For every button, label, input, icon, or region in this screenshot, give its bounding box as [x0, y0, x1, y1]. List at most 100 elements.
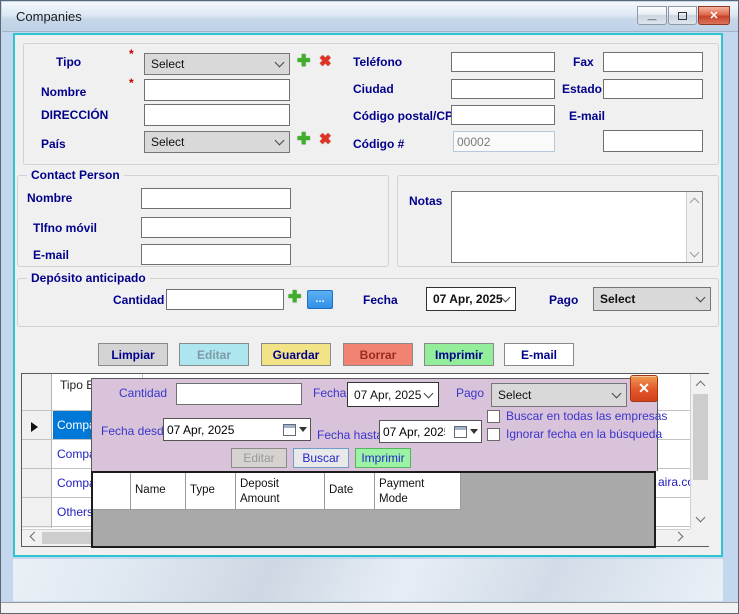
- scrollbar-thumb[interactable]: [693, 394, 708, 480]
- popup-editar-button[interactable]: Editar: [231, 448, 287, 468]
- tipo-label: Tipo: [56, 55, 81, 69]
- scroll-right-icon[interactable]: [672, 531, 688, 545]
- scroll-down-icon[interactable]: [692, 511, 709, 527]
- pago-select[interactable]: Select: [593, 287, 711, 311]
- delete-pais-icon[interactable]: ✖: [319, 130, 332, 150]
- email-label: E-mail: [569, 109, 605, 123]
- popup-pago-label: Pago: [456, 386, 484, 400]
- deposito-legend: Depósito anticipado: [27, 271, 150, 285]
- popup-buscar-button[interactable]: Buscar: [293, 448, 349, 468]
- close-button[interactable]: ✕: [698, 6, 730, 25]
- scroll-left-icon[interactable]: [24, 531, 40, 545]
- nombre-input[interactable]: [144, 79, 290, 101]
- add-deposito-icon[interactable]: ✚: [288, 288, 301, 308]
- fecha-hasta-picker[interactable]: 07 Apr, 2025: [379, 420, 482, 443]
- editar-button[interactable]: Editar: [179, 343, 249, 366]
- direccion-input[interactable]: [144, 104, 290, 126]
- window-bottom-frame: [1, 602, 739, 614]
- close-icon: ✕: [638, 380, 650, 397]
- deposits-grid[interactable]: Name Type Deposit Amount Date Payment Mo…: [91, 471, 656, 548]
- window-title: Companies: [16, 9, 82, 24]
- dropdown-arrow-icon: [299, 427, 307, 432]
- maximize-icon: [678, 12, 687, 20]
- ciudad-label: Ciudad: [353, 82, 394, 96]
- email-button[interactable]: E-mail: [504, 343, 574, 366]
- scroll-up-icon[interactable]: [687, 193, 702, 208]
- deposits-grid-selector-header: [93, 473, 131, 510]
- grid-vertical-scrollbar[interactable]: [690, 374, 709, 529]
- pais-select[interactable]: Select: [144, 131, 290, 153]
- popup-fecha-combo[interactable]: 07 Apr, 2025: [347, 382, 439, 407]
- notas-textarea[interactable]: [451, 191, 703, 263]
- all-companies-checkbox-label: Buscar en todas las empresas: [506, 409, 667, 423]
- close-icon: ✕: [709, 9, 718, 22]
- tipo-select[interactable]: Select: [144, 53, 290, 75]
- calendar-icon: [454, 426, 467, 438]
- contact-nombre-input[interactable]: [141, 188, 291, 209]
- chevron-down-icon: [696, 293, 706, 303]
- guardar-button[interactable]: Guardar: [261, 343, 331, 366]
- calendar-icon: [283, 424, 296, 436]
- fecha-combo[interactable]: 07 Apr, 2025: [426, 287, 516, 311]
- ciudad-input[interactable]: [451, 79, 555, 99]
- popup-fecha-label: Fecha: [313, 386, 346, 400]
- popup-close-button[interactable]: ✕: [630, 375, 658, 402]
- maximize-button[interactable]: [668, 6, 697, 25]
- scroll-down-icon[interactable]: [687, 246, 702, 261]
- contact-email-input[interactable]: [141, 244, 291, 265]
- borrar-button[interactable]: Borrar: [343, 343, 413, 366]
- nombre-required-mark: *: [129, 76, 134, 90]
- telefono-input[interactable]: [451, 52, 555, 72]
- scrollbar-corner: [690, 529, 709, 546]
- email-input[interactable]: [603, 130, 703, 152]
- grid-cell-email-fragment[interactable]: aira.com: [658, 475, 690, 489]
- pago-label: Pago: [549, 293, 578, 307]
- popup-pago-select[interactable]: Select: [491, 383, 627, 407]
- fax-input[interactable]: [603, 52, 703, 72]
- add-tipo-icon[interactable]: ✚: [297, 52, 310, 72]
- minimize-button[interactable]: —: [637, 6, 667, 25]
- all-companies-checkbox[interactable]: [487, 410, 500, 423]
- companies-window: Companies — ✕ Tipo * Select ✚ ✖ Teléfono…: [0, 0, 739, 614]
- notas-scrollbar[interactable]: [686, 192, 702, 262]
- deposits-grid-header[interactable]: Date: [325, 473, 375, 510]
- estado-input[interactable]: [603, 79, 703, 99]
- cantidad-input[interactable]: [166, 289, 284, 310]
- minimize-icon: —: [648, 14, 657, 24]
- fecha-desde-picker[interactable]: 07 Apr, 2025: [163, 418, 311, 441]
- imprimir-button[interactable]: Imprimir: [424, 343, 494, 366]
- chevron-down-icon: [275, 136, 285, 146]
- row-selector-column: [22, 374, 52, 528]
- scroll-up-icon[interactable]: [692, 376, 709, 392]
- title-bar[interactable]: Companies: [2, 2, 739, 32]
- fecha-desde-value: 07 Apr, 2025: [167, 423, 234, 437]
- deposits-grid-header[interactable]: Type: [186, 473, 236, 510]
- contact-nombre-label: Nombre: [27, 191, 72, 205]
- chevron-down-icon: [275, 58, 285, 68]
- chevron-down-icon: [501, 293, 511, 303]
- contact-movil-input[interactable]: [141, 217, 291, 238]
- deposits-grid-header[interactable]: Name: [131, 473, 186, 510]
- contact-legend: Contact Person: [27, 168, 124, 182]
- contact-email-label: E-mail: [33, 248, 69, 262]
- deposits-grid-header[interactable]: Deposit Amount: [236, 473, 325, 510]
- codigo-postal-input[interactable]: [451, 105, 555, 125]
- delete-tipo-icon[interactable]: ✖: [319, 52, 332, 72]
- popup-cantidad-input[interactable]: [176, 383, 302, 405]
- ignore-date-checkbox[interactable]: [487, 428, 500, 441]
- fax-label: Fax: [573, 55, 594, 69]
- popup-fecha-value: 07 Apr, 2025: [354, 388, 425, 402]
- browse-button[interactable]: ...: [307, 290, 333, 309]
- pais-label: País: [41, 137, 66, 151]
- limpiar-button[interactable]: Limpiar: [98, 343, 168, 366]
- popup-imprimir-button[interactable]: Imprimir: [355, 448, 411, 468]
- fecha-desde-label: Fecha desde: [101, 424, 165, 438]
- telefono-label: Teléfono: [353, 55, 402, 69]
- tipo-required-mark: *: [129, 47, 134, 61]
- popup-pago-value: Select: [498, 388, 613, 402]
- deposits-grid-header[interactable]: Payment Mode: [375, 473, 461, 510]
- codigo-postal-label: Código postal/CP: [353, 109, 453, 123]
- fecha-hasta-value: 07 Apr, 2025: [383, 425, 445, 439]
- tipo-select-value: Select: [151, 57, 276, 71]
- add-pais-icon[interactable]: ✚: [297, 130, 310, 150]
